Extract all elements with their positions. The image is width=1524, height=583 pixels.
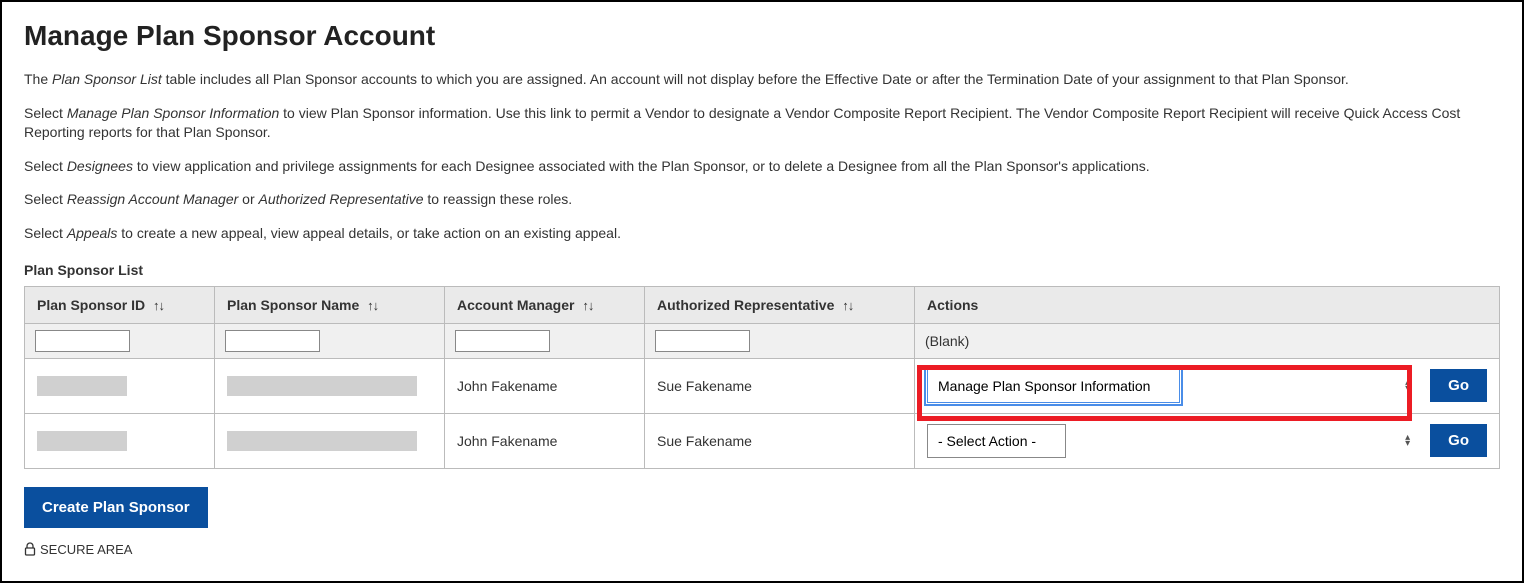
secure-area-text: SECURE AREA: [40, 542, 132, 557]
action-select[interactable]: Manage Plan Sponsor Information: [927, 369, 1180, 403]
intro-text: The Plan Sponsor List table includes all…: [24, 70, 1500, 244]
create-plan-sponsor-button[interactable]: Create Plan Sponsor: [24, 487, 208, 528]
text-em: Appeals: [67, 225, 118, 241]
intro-p2: Select Manage Plan Sponsor Information t…: [24, 104, 1500, 143]
header-label: Actions: [927, 297, 978, 313]
sort-icon[interactable]: ↑↓: [153, 298, 164, 313]
secure-area-label: SECURE AREA: [24, 542, 1500, 557]
intro-p4: Select Reassign Account Manager or Autho…: [24, 190, 1500, 210]
header-label: Authorized Representative: [657, 297, 834, 313]
table-caption: Plan Sponsor List: [24, 262, 1500, 278]
text: Select: [24, 225, 67, 241]
text-em: Plan Sponsor List: [52, 71, 162, 87]
redacted-sponsor-name: [227, 376, 417, 396]
sort-icon[interactable]: ↑↓: [582, 298, 593, 313]
text: to create a new appeal, view appeal deta…: [117, 225, 621, 241]
page-title: Manage Plan Sponsor Account: [24, 20, 1500, 52]
table-row: John Fakename Sue Fakename Manage Plan S…: [25, 358, 1500, 413]
filter-actions-blank: (Blank): [915, 323, 1500, 358]
cell-auth-rep: Sue Fakename: [645, 413, 915, 468]
filter-sponsor-name[interactable]: [225, 330, 320, 352]
action-cell: Manage Plan Sponsor Information ▴▾ Go: [927, 369, 1487, 403]
col-header-actions: Actions: [915, 286, 1500, 323]
text: Select: [24, 158, 67, 174]
filter-account-manager[interactable]: [455, 330, 550, 352]
text: or: [238, 191, 258, 207]
text: Select: [24, 191, 67, 207]
text: The: [24, 71, 52, 87]
sort-icon[interactable]: ↑↓: [367, 298, 378, 313]
header-label: Plan Sponsor Name: [227, 297, 359, 313]
header-label: Account Manager: [457, 297, 574, 313]
col-header-sponsor-id[interactable]: Plan Sponsor ID ↑↓: [25, 286, 215, 323]
text-em: Reassign Account Manager: [67, 191, 238, 207]
text-em: Designees: [67, 158, 133, 174]
chevron-updown-icon: ▴▾: [1405, 435, 1410, 447]
table-header-row: Plan Sponsor ID ↑↓ Plan Sponsor Name ↑↓ …: [25, 286, 1500, 323]
filter-sponsor-id[interactable]: [35, 330, 130, 352]
lock-icon: [24, 542, 36, 556]
intro-p5: Select Appeals to create a new appeal, v…: [24, 224, 1500, 244]
col-header-account-manager[interactable]: Account Manager ↑↓: [445, 286, 645, 323]
text: to reassign these roles.: [424, 191, 573, 207]
table-row: John Fakename Sue Fakename - Select Acti…: [25, 413, 1500, 468]
go-button[interactable]: Go: [1430, 424, 1487, 457]
action-cell: - Select Action - ▴▾ Go: [927, 424, 1487, 458]
cell-account-manager: John Fakename: [445, 413, 645, 468]
text-em: Authorized Representative: [259, 191, 424, 207]
action-select[interactable]: - Select Action -: [927, 424, 1066, 458]
col-header-sponsor-name[interactable]: Plan Sponsor Name ↑↓: [215, 286, 445, 323]
redacted-sponsor-id: [37, 376, 127, 396]
plan-sponsor-table: Plan Sponsor ID ↑↓ Plan Sponsor Name ↑↓ …: [24, 286, 1500, 469]
col-header-auth-rep[interactable]: Authorized Representative ↑↓: [645, 286, 915, 323]
redacted-sponsor-name: [227, 431, 417, 451]
text: Select: [24, 105, 67, 121]
cell-auth-rep: Sue Fakename: [645, 358, 915, 413]
header-label: Plan Sponsor ID: [37, 297, 145, 313]
intro-p3: Select Designees to view application and…: [24, 157, 1500, 177]
redacted-sponsor-id: [37, 431, 127, 451]
table-filter-row: (Blank): [25, 323, 1500, 358]
text: table includes all Plan Sponsor accounts…: [162, 71, 1349, 87]
filter-auth-rep[interactable]: [655, 330, 750, 352]
intro-p1: The Plan Sponsor List table includes all…: [24, 70, 1500, 90]
chevron-updown-icon: ▴▾: [1405, 380, 1410, 392]
cell-account-manager: John Fakename: [445, 358, 645, 413]
go-button[interactable]: Go: [1430, 369, 1487, 402]
page-frame: Manage Plan Sponsor Account The Plan Spo…: [0, 0, 1524, 583]
sort-icon[interactable]: ↑↓: [842, 298, 853, 313]
text: to view application and privilege assign…: [133, 158, 1150, 174]
text-em: Manage Plan Sponsor Information: [67, 105, 279, 121]
